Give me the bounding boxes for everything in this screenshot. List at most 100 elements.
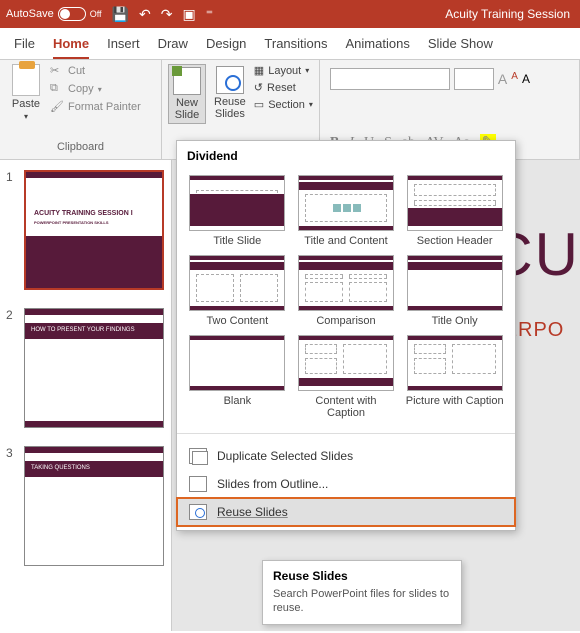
present-icon[interactable]: ▣ xyxy=(182,6,195,23)
autosave-toggle[interactable]: AutoSave Off xyxy=(6,7,102,21)
layout-label: Layout xyxy=(268,65,301,77)
font-size-select[interactable] xyxy=(454,68,494,90)
reuse-slides-icon xyxy=(189,504,207,520)
layout-two-content[interactable]: Two Content xyxy=(187,255,288,327)
clear-format-icon[interactable]: A xyxy=(522,72,530,86)
layout-title-slide[interactable]: Title Slide xyxy=(187,175,288,247)
chevron-down-icon: ▾ xyxy=(309,100,313,109)
thumbnail-1[interactable]: ACUITY TRAINING SESSION I POWERPOINT PRE… xyxy=(24,170,164,290)
scissors-icon: ✂ xyxy=(50,64,64,78)
thumb-sub: POWERPOINT PRESENTATION SKILLS xyxy=(34,220,109,225)
cut-button[interactable]: ✂ Cut xyxy=(50,64,141,78)
reuse-slides-item[interactable]: Reuse Slides xyxy=(177,498,515,526)
reset-button[interactable]: ↺ Reset xyxy=(254,81,313,94)
layout-section-header[interactable]: Section Header xyxy=(404,175,505,247)
duplicate-slides-item[interactable]: Duplicate Selected Slides xyxy=(177,442,515,470)
clipboard-group: Paste ▾ ✂ Cut ⧉ Copy ▾ 🖌 Format Painter xyxy=(0,60,162,159)
tooltip-title: Reuse Slides xyxy=(273,569,451,583)
thumb-title: ACUITY TRAINING SESSION I xyxy=(34,210,133,217)
brush-icon: 🖌 xyxy=(50,100,64,114)
autosave-label: AutoSave xyxy=(6,8,54,20)
tab-file[interactable]: File xyxy=(14,36,35,59)
outline-icon xyxy=(189,476,207,492)
copy-icon: ⧉ xyxy=(50,82,64,96)
font-family-select[interactable] xyxy=(330,68,450,90)
layout-label: Section Header xyxy=(417,235,493,247)
new-slide-icon xyxy=(173,67,201,95)
thumb-number: 2 xyxy=(6,308,18,428)
reuse-label: Reuse Slides xyxy=(217,505,288,519)
title-bar: AutoSave Off 💾 ↶ ↷ ▣ ⁼ Acuity Training S… xyxy=(0,0,580,28)
tab-transitions[interactable]: Transitions xyxy=(264,36,327,59)
duplicate-icon xyxy=(189,448,207,464)
redo-icon[interactable]: ↷ xyxy=(161,6,173,23)
layout-picture-caption[interactable]: Picture with Caption xyxy=(404,335,505,419)
thumb-number: 1 xyxy=(6,170,18,290)
thumbnail-3[interactable]: TAKING QUESTIONS xyxy=(24,446,164,566)
layout-theme-name: Dividend xyxy=(177,141,515,171)
reset-icon: ↺ xyxy=(254,81,263,94)
section-icon: ▭ xyxy=(254,98,264,111)
copy-button[interactable]: ⧉ Copy ▾ xyxy=(50,82,141,96)
chevron-down-icon: ▾ xyxy=(24,112,28,121)
tab-design[interactable]: Design xyxy=(206,36,246,59)
new-slide-button[interactable]: New Slide xyxy=(168,64,206,124)
outline-label: Slides from Outline... xyxy=(217,477,328,491)
tab-insert[interactable]: Insert xyxy=(107,36,140,59)
tooltip-body: Search PowerPoint files for slides to re… xyxy=(273,587,451,616)
layout-label: Content with Caption xyxy=(296,395,397,419)
section-label: Section xyxy=(268,99,305,111)
reuse-slides-button[interactable]: Reuse Slides xyxy=(210,64,250,122)
slide-thumbnails: 1 ACUITY TRAINING SESSION I POWERPOINT P… xyxy=(0,160,172,631)
section-button[interactable]: ▭ Section ▾ xyxy=(254,98,313,111)
layout-label: Title and Content xyxy=(304,235,387,247)
tab-animations[interactable]: Animations xyxy=(346,36,410,59)
reset-label: Reset xyxy=(267,82,296,94)
layout-button[interactable]: ▦ Layout ▾ xyxy=(254,64,313,77)
layout-label: Two Content xyxy=(206,315,268,327)
grow-font-icon[interactable]: A xyxy=(498,71,507,87)
copy-label: Copy xyxy=(68,83,94,95)
ribbon-tabs: File Home Insert Draw Design Transitions… xyxy=(0,28,580,60)
undo-icon[interactable]: ↶ xyxy=(139,6,151,23)
layout-title-content[interactable]: Title and Content xyxy=(296,175,397,247)
format-painter-label: Format Painter xyxy=(68,101,141,113)
chevron-down-icon: ▾ xyxy=(98,85,102,94)
new-slide-dropdown: Dividend Title Slide Title and Content S… xyxy=(176,140,516,531)
layout-label: Title Slide xyxy=(213,235,261,247)
save-icon[interactable]: 💾 xyxy=(112,6,129,23)
paste-label: Paste xyxy=(12,98,40,110)
toggle-off-icon xyxy=(58,7,86,21)
slides-from-outline-item[interactable]: Slides from Outline... xyxy=(177,470,515,498)
format-painter-button[interactable]: 🖌 Format Painter xyxy=(50,100,141,114)
thumb-title: TAKING QUESTIONS xyxy=(31,465,90,471)
tab-draw[interactable]: Draw xyxy=(158,36,188,59)
more-icon[interactable]: ⁼ xyxy=(206,6,213,23)
reuse-slides-icon xyxy=(216,66,244,94)
tab-slideshow[interactable]: Slide Show xyxy=(428,36,493,59)
clipboard-group-label: Clipboard xyxy=(6,139,155,155)
thumb-number: 3 xyxy=(6,446,18,566)
layout-comparison[interactable]: Comparison xyxy=(296,255,397,327)
layout-title-only[interactable]: Title Only xyxy=(404,255,505,327)
layout-blank[interactable]: Blank xyxy=(187,335,288,419)
document-title: Acuity Training Session xyxy=(445,7,570,21)
layout-content-caption[interactable]: Content with Caption xyxy=(296,335,397,419)
reuse-slides-tooltip: Reuse Slides Search PowerPoint files for… xyxy=(262,560,462,625)
layout-label: Picture with Caption xyxy=(406,395,504,407)
tab-home[interactable]: Home xyxy=(53,36,89,59)
paste-button[interactable]: Paste ▾ xyxy=(6,64,46,121)
layout-label: Comparison xyxy=(316,315,375,327)
duplicate-label: Duplicate Selected Slides xyxy=(217,449,353,463)
clipboard-icon xyxy=(12,64,40,96)
shrink-font-icon[interactable]: A xyxy=(511,71,518,87)
thumb-title: HOW TO PRESENT YOUR FINDINGS xyxy=(31,327,135,333)
thumbnail-2[interactable]: HOW TO PRESENT YOUR FINDINGS xyxy=(24,308,164,428)
autosave-state: Off xyxy=(90,9,102,19)
cut-label: Cut xyxy=(68,65,85,77)
chevron-down-icon: ▾ xyxy=(305,66,309,75)
layout-icon: ▦ xyxy=(254,64,264,77)
reuse-slides-label: Reuse Slides xyxy=(214,96,246,120)
quick-access-toolbar: 💾 ↶ ↷ ▣ ⁼ xyxy=(112,6,214,23)
new-slide-label: New Slide xyxy=(175,97,199,121)
